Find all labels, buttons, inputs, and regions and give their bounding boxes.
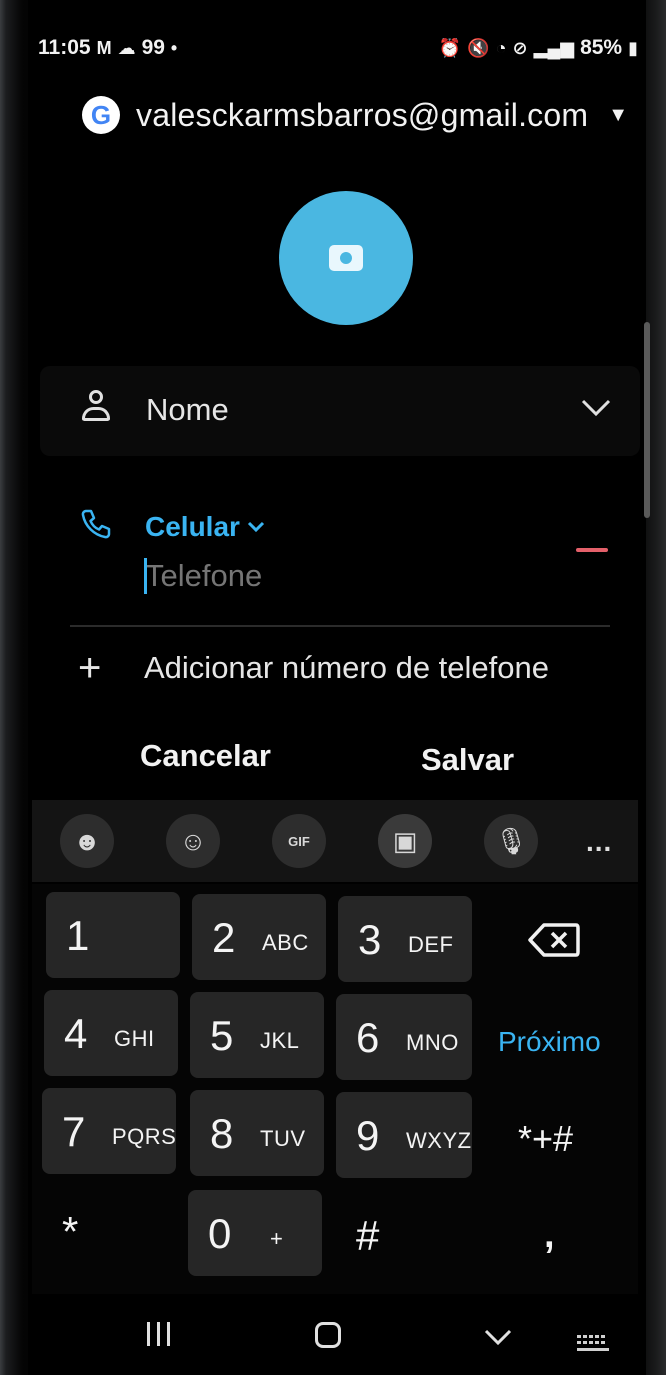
key-digit: 9 bbox=[356, 1112, 380, 1159]
comma-label: , bbox=[544, 1214, 555, 1256]
more-icon[interactable]: ... bbox=[586, 826, 612, 858]
google-icon: G bbox=[82, 96, 120, 134]
recents-icon[interactable] bbox=[147, 1322, 177, 1351]
key-1[interactable]: 1 bbox=[46, 892, 180, 978]
key-hash[interactable]: # bbox=[336, 1192, 470, 1278]
status-right: ⏰ 🔇 ◔ ⊘ ▂▄▆ 85% ▮ bbox=[439, 36, 638, 60]
key-digit: 4 bbox=[64, 1010, 88, 1057]
phone-input[interactable] bbox=[145, 558, 545, 594]
keyboard-icon[interactable] bbox=[576, 1334, 610, 1354]
status-bar: 11:05 M ☁ 99 • ⏰ 🔇 ◔ ⊘ ▂▄▆ 85% ▮ bbox=[38, 36, 638, 66]
phone-type-dropdown[interactable]: Celular bbox=[145, 511, 266, 543]
add-phone-label: Adicionar número de telefone bbox=[144, 650, 549, 685]
key-letters: GHI bbox=[114, 1026, 155, 1051]
battery-level: 85% bbox=[580, 36, 623, 59]
account-selector[interactable]: G valesckarmsbarros@gmail.com ▼ bbox=[82, 96, 628, 134]
key-letters: + bbox=[270, 1226, 284, 1251]
key-digit: 7 bbox=[62, 1108, 86, 1155]
emoji-face-icon[interactable]: ☻ bbox=[60, 814, 114, 868]
gif-icon[interactable]: GIF bbox=[272, 814, 326, 868]
key-digit: 3 bbox=[358, 916, 382, 963]
mic-icon[interactable]: 🎙 bbox=[484, 814, 538, 868]
contact-photo-button[interactable] bbox=[279, 191, 413, 325]
key-2[interactable]: 2 ABC bbox=[192, 894, 326, 980]
back-chevron-icon[interactable] bbox=[482, 1320, 514, 1352]
key-digit: 0 bbox=[208, 1210, 232, 1257]
dot-icon: • bbox=[170, 37, 178, 58]
symbols-label: *+# bbox=[518, 1118, 574, 1159]
scrollbar[interactable] bbox=[644, 322, 650, 518]
add-phone-button[interactable]: + Adicionar número de telefone bbox=[78, 648, 549, 688]
phone-frame: 11:05 M ☁ 99 • ⏰ 🔇 ◔ ⊘ ▂▄▆ 85% ▮ G vales… bbox=[0, 0, 666, 1375]
dropdown-caret-icon: ▼ bbox=[608, 103, 629, 126]
numeric-keypad: 1 2 ABC 3 DEF 4 GHI 5 JKL 6 MNO Próximo … bbox=[32, 884, 638, 1294]
dnd-icon: ⊘ bbox=[512, 37, 528, 58]
phone-type-label: Celular bbox=[145, 511, 240, 542]
key-digit: 8 bbox=[210, 1110, 234, 1157]
status-time: 11:05 bbox=[38, 36, 91, 59]
key-letters: MNO bbox=[406, 1030, 459, 1055]
key-letters: JKL bbox=[260, 1028, 300, 1053]
key-letters: WXYZ bbox=[406, 1128, 472, 1153]
mute-icon: 🔇 bbox=[467, 37, 490, 58]
key-letters: TUV bbox=[260, 1126, 306, 1151]
key-digit: 5 bbox=[210, 1012, 234, 1059]
home-icon[interactable] bbox=[315, 1322, 341, 1348]
key-digit: # bbox=[356, 1212, 380, 1259]
cloud-icon: ☁ bbox=[117, 37, 136, 58]
key-8[interactable]: 8 TUV bbox=[190, 1090, 324, 1176]
expand-chevron-icon[interactable] bbox=[581, 392, 611, 422]
navigation-bar bbox=[32, 1296, 638, 1375]
wifi-icon: ◔ bbox=[495, 37, 507, 58]
key-7[interactable]: 7 PQRS bbox=[42, 1088, 176, 1174]
key-9[interactable]: 9 WXYZ bbox=[336, 1092, 472, 1178]
next-key[interactable]: Próximo bbox=[488, 996, 628, 1082]
clipboard-icon[interactable]: ▣ bbox=[378, 814, 432, 868]
keyboard-toolbar: ☻ ☺ GIF ▣ 🎙 ... bbox=[32, 800, 638, 882]
key-letters: PQRS bbox=[112, 1124, 177, 1149]
remove-phone-button[interactable] bbox=[576, 548, 608, 552]
save-button[interactable]: Salvar bbox=[421, 742, 514, 778]
key-6[interactable]: 6 MNO bbox=[336, 994, 472, 1080]
plus-icon: + bbox=[78, 646, 102, 690]
status-left: 11:05 M ☁ 99 • bbox=[38, 36, 177, 60]
key-letters: DEF bbox=[408, 932, 454, 957]
name-placeholder: Nome bbox=[146, 392, 229, 427]
name-field[interactable]: Nome bbox=[40, 366, 640, 456]
key-digit: 6 bbox=[356, 1014, 380, 1061]
account-email: valesckarmsbarros@gmail.com bbox=[136, 96, 589, 133]
alarm-icon: ⏰ bbox=[438, 37, 462, 58]
person-icon bbox=[82, 390, 110, 424]
divider bbox=[70, 625, 610, 627]
camera-icon bbox=[329, 245, 363, 271]
sticker-icon[interactable]: ☺ bbox=[166, 814, 220, 868]
next-label: Próximo bbox=[498, 1026, 601, 1057]
chevron-down-icon bbox=[247, 521, 264, 533]
battery-icon: ▮ bbox=[628, 37, 638, 58]
key-5[interactable]: 5 JKL bbox=[190, 992, 324, 1078]
text-cursor bbox=[144, 558, 147, 594]
backspace-icon bbox=[528, 923, 580, 957]
key-digit: 2 bbox=[212, 914, 236, 961]
key-0[interactable]: 0 + bbox=[188, 1190, 322, 1276]
signal-icon: ▂▄▆ bbox=[533, 37, 575, 58]
key-digit: * bbox=[62, 1208, 79, 1255]
gmail-icon: M bbox=[96, 37, 112, 58]
notif-count: 99 bbox=[141, 36, 165, 59]
key-star[interactable]: * bbox=[42, 1188, 176, 1274]
key-4[interactable]: 4 GHI bbox=[44, 990, 178, 1076]
comma-key[interactable]: , bbox=[488, 1194, 628, 1280]
key-digit: 1 bbox=[66, 912, 90, 959]
symbols-key[interactable]: *+# bbox=[488, 1094, 628, 1180]
phone-icon bbox=[81, 509, 111, 539]
backspace-key[interactable] bbox=[492, 896, 618, 982]
cancel-button[interactable]: Cancelar bbox=[140, 738, 271, 774]
key-letters: ABC bbox=[262, 930, 309, 955]
key-3[interactable]: 3 DEF bbox=[338, 896, 472, 982]
